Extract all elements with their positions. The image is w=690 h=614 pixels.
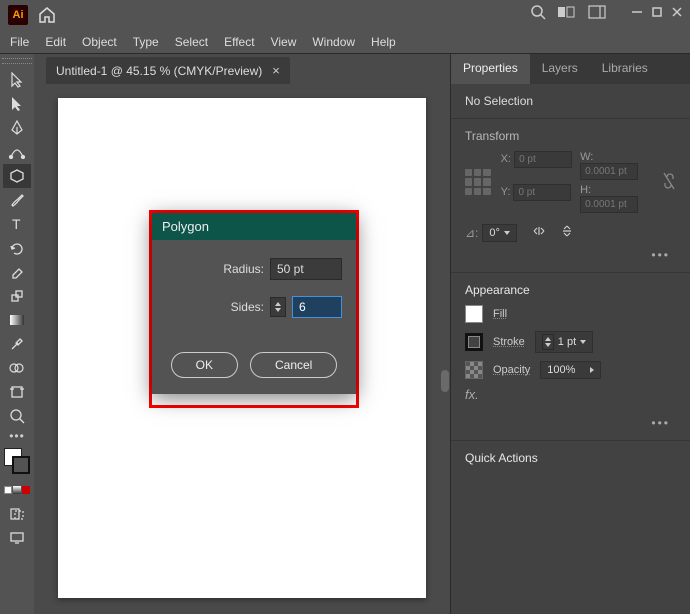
flip-horizontal-icon[interactable] xyxy=(531,225,547,240)
menu-help[interactable]: Help xyxy=(371,35,396,49)
appearance-more-icon[interactable]: ••• xyxy=(465,410,676,430)
artboard-tool-icon[interactable] xyxy=(3,380,31,404)
appearance-section: Appearance Fill Stroke 1 pt Opacity 100%… xyxy=(451,273,690,441)
sides-label: Sides: xyxy=(231,300,264,314)
menu-select[interactable]: Select xyxy=(175,35,208,49)
transform-section: Transform X: W: Y: H: ⊿: 0° xyxy=(451,119,690,273)
menubar: File Edit Object Type Select Effect View… xyxy=(0,30,690,54)
fill-label[interactable]: Fill xyxy=(493,308,507,320)
x-label: X: xyxy=(501,153,511,165)
cancel-button[interactable]: Cancel xyxy=(250,352,337,378)
tab-layers[interactable]: Layers xyxy=(530,54,590,84)
type-tool-icon[interactable]: T xyxy=(3,212,31,236)
opacity-input[interactable]: 100% xyxy=(540,361,600,379)
document-tab-title: Untitled-1 @ 45.15 % (CMYK/Preview) xyxy=(56,64,262,78)
h-label: H: xyxy=(580,184,591,196)
polygon-dialog: Polygon Radius: Sides: OK Cancel xyxy=(152,213,356,394)
properties-panel: Properties Layers Libraries No Selection… xyxy=(450,54,690,614)
arrange-icon[interactable] xyxy=(558,5,576,19)
color-mode-icons[interactable] xyxy=(3,478,31,502)
sides-stepper[interactable] xyxy=(270,297,286,317)
maximize-icon[interactable] xyxy=(652,7,662,17)
fx-button[interactable]: fx. xyxy=(465,387,479,402)
document-tabbar: Untitled-1 @ 45.15 % (CMYK/Preview) × xyxy=(34,54,450,84)
scrollbar-thumb[interactable] xyxy=(441,370,449,392)
menu-effect[interactable]: Effect xyxy=(224,35,254,49)
stroke-swatch-panel[interactable] xyxy=(465,333,483,351)
paintbrush-tool-icon[interactable] xyxy=(3,188,31,212)
radius-label: Radius: xyxy=(223,262,264,276)
screen-mode-icon[interactable] xyxy=(3,526,31,550)
w-input[interactable] xyxy=(580,163,638,180)
ok-button[interactable]: OK xyxy=(171,352,238,378)
polygon-tool-icon[interactable] xyxy=(3,164,31,188)
home-icon[interactable] xyxy=(38,7,56,23)
tab-properties[interactable]: Properties xyxy=(451,54,530,84)
selection-tool-icon[interactable] xyxy=(3,68,31,92)
selection-status: No Selection xyxy=(451,84,690,119)
pen-tool-icon[interactable] xyxy=(3,116,31,140)
x-input[interactable] xyxy=(514,151,572,168)
fill-swatch-panel[interactable] xyxy=(465,305,483,323)
menu-object[interactable]: Object xyxy=(82,35,117,49)
shape-builder-tool-icon[interactable] xyxy=(3,356,31,380)
eraser-tool-icon[interactable] xyxy=(3,260,31,284)
sides-input[interactable] xyxy=(292,296,342,318)
eyedropper-tool-icon[interactable] xyxy=(3,332,31,356)
gradient-tool-icon[interactable] xyxy=(3,308,31,332)
workspace-icon[interactable] xyxy=(588,5,606,19)
reference-point-icon[interactable] xyxy=(465,169,491,195)
rotate-tool-icon[interactable] xyxy=(3,236,31,260)
direct-selection-tool-icon[interactable] xyxy=(3,92,31,116)
radius-input[interactable] xyxy=(270,258,342,280)
tools-panel: T ••• xyxy=(0,54,34,614)
zoom-tool-icon[interactable] xyxy=(3,404,31,428)
y-label: Y: xyxy=(501,186,511,198)
scale-tool-icon[interactable] xyxy=(3,284,31,308)
document-tab[interactable]: Untitled-1 @ 45.15 % (CMYK/Preview) × xyxy=(46,57,290,84)
minimize-icon[interactable] xyxy=(632,7,642,17)
search-icon[interactable] xyxy=(530,4,546,20)
close-tab-icon[interactable]: × xyxy=(272,63,280,78)
quick-actions-title: Quick Actions xyxy=(465,451,676,465)
appearance-title: Appearance xyxy=(465,283,676,297)
curvature-tool-icon[interactable] xyxy=(3,140,31,164)
w-label: W: xyxy=(580,151,593,163)
app-logo: Ai xyxy=(8,5,28,25)
rotate-input[interactable]: 0° xyxy=(482,224,517,242)
menu-window[interactable]: Window xyxy=(312,35,355,49)
menu-file[interactable]: File xyxy=(10,35,29,49)
dialog-title: Polygon xyxy=(152,213,356,240)
app-titlebar: Ai xyxy=(0,0,690,30)
no-selection-label: No Selection xyxy=(465,94,533,108)
svg-text:T: T xyxy=(12,217,21,231)
stroke-label[interactable]: Stroke xyxy=(493,336,525,348)
stroke-weight-input[interactable]: 1 pt xyxy=(535,331,593,353)
draw-mode-icon[interactable] xyxy=(3,502,31,526)
close-icon[interactable] xyxy=(672,7,682,17)
stroke-swatch[interactable] xyxy=(12,456,30,474)
menu-type[interactable]: Type xyxy=(133,35,159,49)
panel-tabs: Properties Layers Libraries xyxy=(451,54,690,84)
rotate-label: ⊿: xyxy=(465,226,478,240)
y-input[interactable] xyxy=(513,184,571,201)
fill-stroke-swatches[interactable] xyxy=(4,448,30,474)
opacity-label[interactable]: Opacity xyxy=(493,364,530,376)
toolbar-handle[interactable] xyxy=(2,58,32,64)
quick-actions-section: Quick Actions xyxy=(451,441,690,483)
transform-more-icon[interactable]: ••• xyxy=(465,242,676,262)
h-input[interactable] xyxy=(580,196,638,213)
flip-vertical-icon[interactable] xyxy=(561,223,573,242)
transform-title: Transform xyxy=(465,129,676,143)
edit-toolbar-icon[interactable]: ••• xyxy=(3,428,31,444)
tab-libraries[interactable]: Libraries xyxy=(590,54,660,84)
link-dimensions-icon[interactable] xyxy=(662,171,676,194)
opacity-swatch-icon[interactable] xyxy=(465,361,483,379)
menu-view[interactable]: View xyxy=(271,35,297,49)
menu-edit[interactable]: Edit xyxy=(45,35,66,49)
